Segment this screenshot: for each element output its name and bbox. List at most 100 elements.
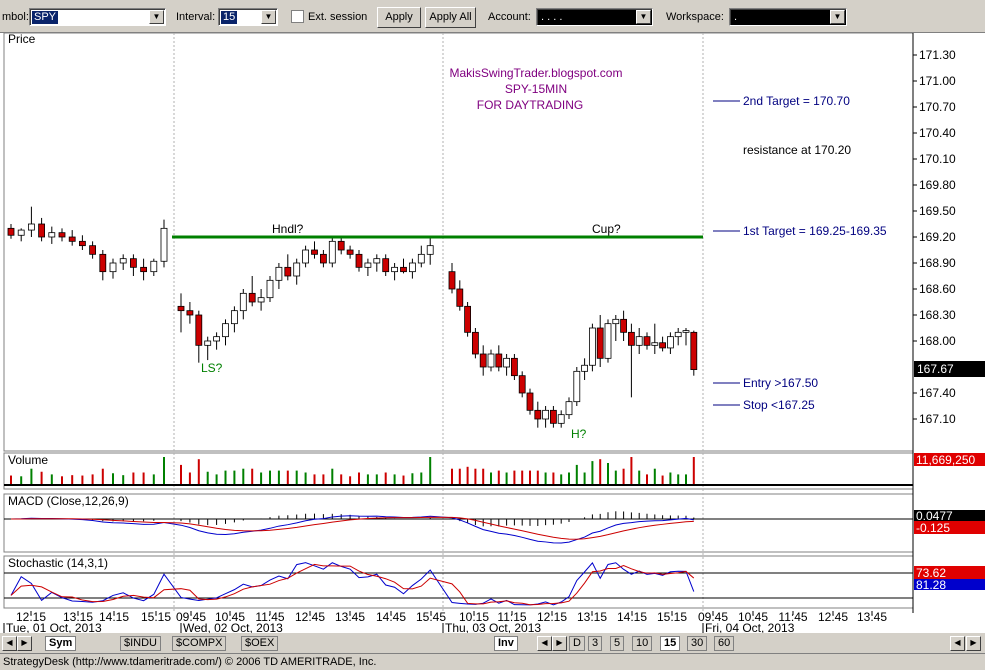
price-tick-label: 167.40 [919, 386, 956, 400]
candle-body [337, 240, 345, 251]
volume-bar [375, 474, 378, 485]
chevron-down-icon[interactable]: ▼ [830, 10, 845, 24]
chart-area[interactable]: Price MakisSwingTrader.blogspot.com SPY-… [0, 32, 985, 635]
tab-oex[interactable]: $OEX [241, 636, 279, 651]
time-tick-label: 12:15 [537, 610, 567, 624]
candle-body [518, 375, 526, 394]
candle-body [426, 245, 434, 255]
apply-button[interactable]: Apply [377, 7, 421, 28]
time-tick-label: 12:45 [818, 610, 848, 624]
ext-session-checkbox[interactable] [291, 10, 304, 23]
volume-bar [269, 470, 271, 485]
volume-bar [661, 475, 664, 485]
time-tick-label: 14:15 [99, 610, 129, 624]
volume-bar [521, 470, 524, 485]
volume-panel-label: Volume [8, 453, 48, 467]
scroll-left-icon[interactable]: ◀ [537, 636, 552, 651]
tab-inv[interactable]: Inv [494, 636, 518, 651]
workspace-combo[interactable]: . ▼ [729, 8, 847, 26]
candle-body [48, 232, 56, 238]
symbol-combo[interactable]: SPY ▼ [29, 8, 166, 26]
volume-last-value: 11,669,250 [916, 453, 975, 467]
volume-bar [669, 472, 672, 485]
volume-bar [313, 474, 316, 485]
stop-label: Stop <167.25 [743, 398, 815, 412]
interval-combo[interactable]: 15 ▼ [218, 8, 278, 26]
chevron-down-icon[interactable]: ▼ [636, 10, 651, 24]
chevron-down-icon[interactable]: ▼ [149, 10, 164, 24]
candle-body [293, 262, 301, 277]
volume-bar [366, 474, 369, 485]
chart-svg[interactable]: Price MakisSwingTrader.blogspot.com SPY-… [0, 32, 985, 635]
volume-bar [575, 464, 578, 485]
scroll-right-icon[interactable]: ▶ [17, 636, 32, 651]
candle-body [68, 236, 76, 242]
candle-body [311, 249, 318, 255]
tab-3[interactable]: 3 [588, 636, 603, 651]
volume-bar [402, 475, 405, 485]
tab-sym[interactable]: Sym [45, 636, 77, 651]
volume-bar [340, 474, 343, 485]
candle-body [186, 310, 194, 316]
tab-60[interactable]: 60 [714, 636, 735, 651]
price-tick-label: 168.00 [919, 334, 956, 348]
macd-panel-label: MACD (Close,12,26,9) [8, 494, 129, 508]
volume-bar [630, 457, 633, 485]
volume-bar [50, 474, 53, 485]
candle-body [604, 323, 612, 359]
candle-body [7, 227, 15, 236]
tab-5[interactable]: 5 [610, 636, 625, 651]
scroll-left-icon[interactable]: ◀ [950, 636, 965, 651]
candle-body [542, 409, 549, 420]
time-tick-label: 14:15 [617, 610, 647, 624]
candle-body [129, 258, 137, 268]
tab-10[interactable]: 10 [632, 636, 653, 651]
volume-bar [71, 475, 74, 485]
tab-indu[interactable]: $INDU [120, 636, 162, 651]
volume-bar [451, 468, 453, 485]
volume-bar [466, 466, 469, 485]
candle-body [38, 223, 45, 238]
volume-bar [197, 459, 200, 485]
volume-bar [420, 472, 423, 485]
volume-bar [251, 468, 254, 485]
candle-body [667, 336, 674, 349]
price-panel-label: Price [8, 33, 36, 46]
time-tick-label: 13:45 [857, 610, 887, 624]
time-tick-label: 15:15 [141, 610, 171, 624]
price-tick-label: 171.30 [919, 48, 956, 62]
candle-body [230, 310, 238, 325]
volume-bar [411, 473, 414, 485]
volume-bar [544, 472, 547, 485]
volume-bar [358, 472, 360, 485]
tab-compx[interactable]: $COMPX [172, 636, 227, 651]
candle-body [275, 266, 283, 281]
chevron-down-icon[interactable]: ▼ [261, 10, 276, 24]
volume-bar [529, 470, 531, 485]
tab-30[interactable]: 30 [687, 636, 708, 651]
candle-body [596, 327, 604, 359]
apply-all-button[interactable]: Apply All [425, 7, 476, 28]
volume-bar [490, 472, 492, 485]
volume-bar [81, 475, 84, 485]
ext-session-label: Ext. session [308, 11, 368, 23]
tab-d[interactable]: D [569, 636, 585, 651]
scroll-left-icon[interactable]: ◀ [2, 636, 17, 651]
scroll-right-icon[interactable]: ▶ [552, 636, 567, 651]
scroll-right-icon[interactable]: ▶ [966, 636, 981, 651]
candle-body [690, 331, 698, 371]
volume-bar [40, 471, 43, 485]
price-tick-label: 168.30 [919, 308, 956, 322]
account-combo[interactable]: . . . . ▼ [536, 8, 653, 26]
volume-bar [122, 475, 125, 485]
price-tick-label: 168.60 [919, 282, 956, 296]
tab-15[interactable]: 15 [660, 636, 681, 651]
volume-bar [242, 468, 245, 485]
candle-body [257, 297, 265, 303]
candle-body [534, 409, 542, 420]
volume-bar [277, 470, 280, 485]
volume-bar [152, 474, 155, 485]
volume-bar [304, 472, 307, 485]
interval-value: 15 [221, 11, 238, 24]
candle-body [635, 336, 643, 346]
